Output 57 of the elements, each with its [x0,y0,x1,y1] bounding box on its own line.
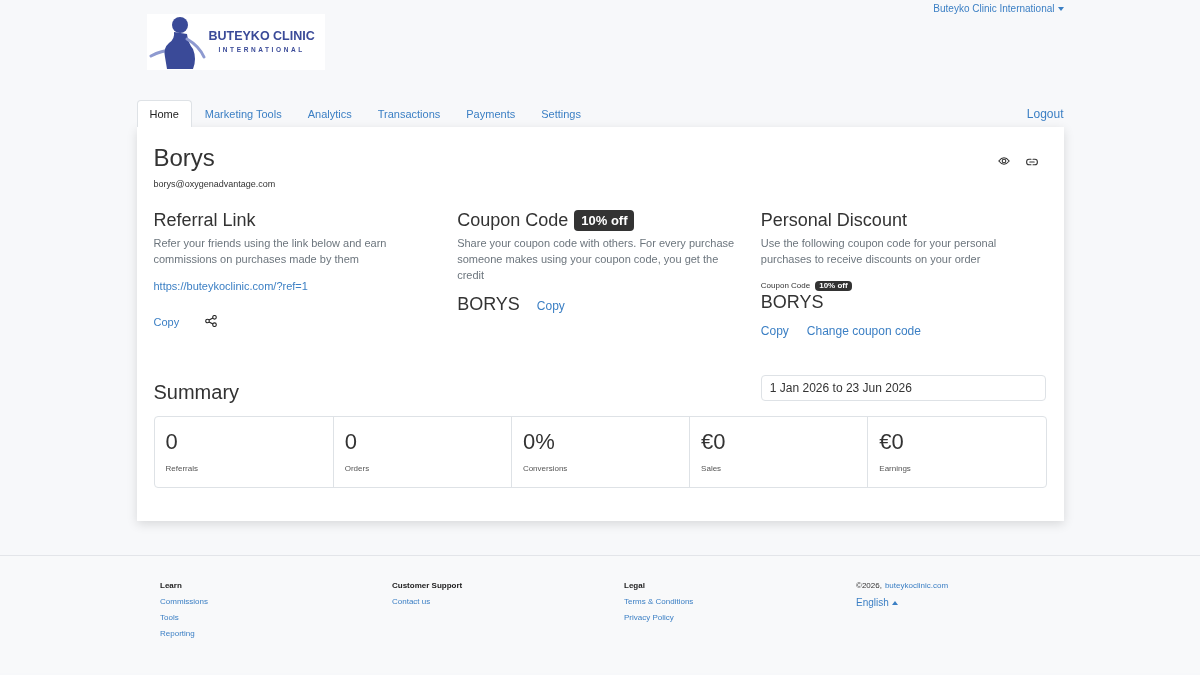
caret-down-icon [1057,6,1064,11]
footer-link[interactable]: Terms & Conditions [624,594,694,610]
section-title: Coupon Code [457,209,569,231]
summary-title: Summary [153,381,240,403]
copy-link[interactable]: Copy [536,298,565,314]
nav-tab[interactable]: Home [136,100,192,127]
footer-link[interactable]: Contact us [392,594,431,610]
logo-title: BUTEYKO CLINIC [208,29,315,44]
nav-tab[interactable]: Settings [528,100,594,127]
footer-link[interactable]: Reporting [160,626,195,642]
section-description: Refer your friends using the link below and earn commissions on purchases made by them [153,236,388,267]
copyright-text: ©2026, [856,581,882,591]
stat-value: €0 [701,429,726,455]
copy-link[interactable]: Copy [153,315,180,329]
footer-link[interactable]: Privacy Policy [624,610,674,626]
share-icon [205,315,218,327]
caret-up-icon [891,600,898,605]
discount-badge: 10% off [815,281,852,291]
account-menu[interactable]: Buteyko Clinic International [933,3,1064,14]
person-silhouette-icon [148,15,207,69]
change-code-link[interactable]: Change coupon code [806,323,921,339]
coupon-code-label: Coupon Code [760,280,811,292]
footer-link[interactable]: Tools [160,610,179,626]
section-description: Share your coupon code with others. For every purchase someone makes using your coupon code, you get the credit [457,236,736,283]
stat-label: Sales [701,464,722,474]
logout-link[interactable]: Logout [1026,100,1064,127]
stat-label: Referrals [165,464,198,474]
nav-tab[interactable]: Transactions [364,100,454,127]
nav-tab[interactable]: Marketing Tools [191,100,295,127]
stat-label: Orders [344,464,370,474]
footer-heading: Learn [160,581,182,591]
stat-value: 0 [344,429,357,455]
nav-tab[interactable]: Analytics [294,100,365,127]
section-title: Personal Discount [760,209,907,231]
footer-heading: Customer Support [392,581,463,591]
language-menu[interactable]: English [856,597,898,608]
section-description: Use the following coupon code for your personal purchases to receive discounts on your order [760,236,998,267]
stat-label: Earnings [879,464,911,474]
copy-link[interactable]: Copy [760,323,789,339]
eye-icon [997,156,1010,166]
profile-name: Borys [153,143,215,173]
footer-heading: Legal [624,581,645,591]
coupon-code: BORYS [457,293,520,315]
stat-value: 0 [165,429,178,455]
referral-url-link[interactable]: https://buteykoclinic.com/?ref=1 [153,279,308,293]
stat-label: Conversions [522,464,568,474]
date-range-field[interactable]: 1 Jan 2026 to 23 Jun 2026 [760,375,1047,401]
stat-value: €0 [879,429,904,455]
coupon-code: BORYS [760,292,824,312]
profile-email: borys@oxygenadvantage.com [153,179,276,189]
footer-link[interactable]: Commissions [160,594,208,610]
stat-value: 0% [522,429,555,455]
discount-badge: 10% off [574,209,635,231]
section-title: Referral Link [153,209,256,231]
site-link[interactable]: buteykoclinic.com [884,581,949,591]
nav-tab[interactable]: Payments [453,100,529,127]
link-icon [1025,158,1038,166]
